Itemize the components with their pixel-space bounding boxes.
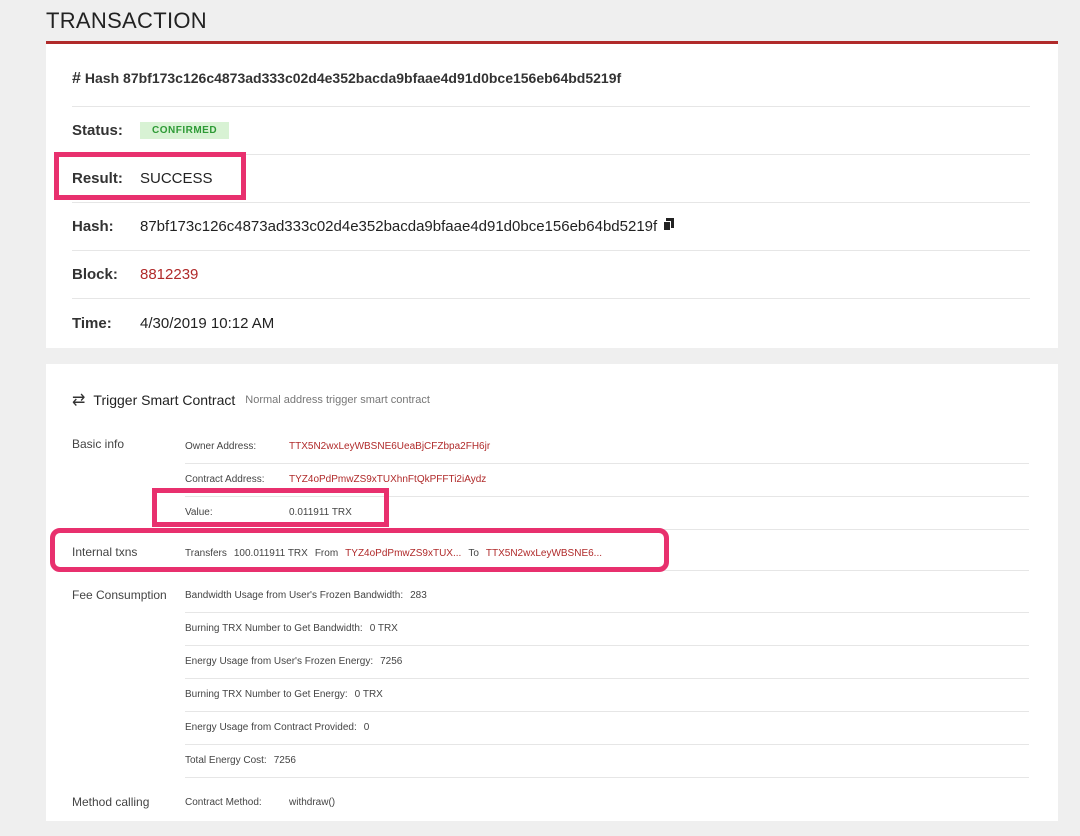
fee-label: Bandwidth Usage from User's Frozen Bandw… — [185, 590, 404, 601]
owner-address-row: Owner Address: TTX5N2wxLeyWBSNE6UeaBjCFZ… — [185, 430, 1029, 464]
fee-value: 7256 — [380, 656, 403, 667]
swap-arrows-icon: ⇄ — [72, 392, 86, 409]
status-label: Status: — [72, 121, 123, 139]
fee-label: Burning TRX Number to Get Bandwidth: — [185, 623, 363, 634]
time-label: Time: — [72, 314, 112, 332]
contract-address-label: Contract Address: — [185, 474, 265, 485]
status-badge: CONFIRMED — [140, 121, 230, 139]
hash-value[interactable]: 87bf173c126c4873ad333c02d4e352bacda9bfaa… — [140, 218, 657, 235]
fee-value: 0 TRX — [354, 689, 383, 700]
value-highlight-box — [152, 488, 389, 527]
block-link[interactable]: 8812239 — [140, 266, 198, 283]
status-row: Status: CONFIRMED — [72, 106, 1030, 155]
fee-label: Total Energy Cost: — [185, 755, 267, 766]
block-label: Block: — [72, 265, 118, 283]
contract-method-label: Contract Method: — [185, 797, 262, 808]
fee-label: Energy Usage from User's Frozen Energy: — [185, 656, 374, 667]
copy-icon[interactable] — [663, 217, 675, 235]
fee-row: Burning TRX Number to Get Energy: 0 TRX — [185, 678, 1029, 712]
fee-row: Energy Usage from User's Frozen Energy: … — [185, 645, 1029, 679]
method-row: Contract Method: withdraw() — [185, 786, 1029, 819]
hash-heading-text: Hash 87bf173c126c4873ad333c02d4e352bacda… — [84, 70, 622, 86]
fee-value: 7256 — [273, 755, 296, 766]
contract-address-link[interactable]: TYZ4oPdPmwZS9xTUXhnFtQkPFFTi2iAydz — [289, 474, 486, 485]
fee-label: Burning TRX Number to Get Energy: — [185, 689, 348, 700]
hash-label: Hash: — [72, 217, 114, 235]
fee-value: 283 — [410, 590, 427, 601]
fee-consumption-label: Fee Consumption — [72, 588, 167, 602]
fee-value: 0 TRX — [369, 623, 398, 634]
contract-header: ⇄ Trigger Smart Contract Normal address … — [72, 390, 430, 410]
fee-row: Bandwidth Usage from User's Frozen Bandw… — [185, 579, 1029, 613]
contract-details-card: ⇄ Trigger Smart Contract Normal address … — [46, 364, 1058, 821]
page-title: TRANSACTION — [46, 8, 207, 33]
time-value: 4/30/2019 10:12 AM — [140, 314, 275, 332]
hash-row: Hash: 87bf173c126c4873ad333c02d4e352bacd… — [72, 202, 1030, 251]
contract-title: Trigger Smart Contract — [93, 392, 236, 408]
result-highlight-box — [54, 152, 246, 200]
time-row: Time: 4/30/2019 10:12 AM — [72, 298, 1030, 348]
method-calling-label: Method calling — [72, 795, 150, 809]
block-row: Block: 8812239 — [72, 250, 1030, 299]
fee-row: Burning TRX Number to Get Bandwidth: 0 T… — [185, 612, 1029, 646]
internal-txns-highlight-box — [50, 528, 669, 572]
basic-info-label: Basic info — [72, 437, 125, 451]
fee-label: Energy Usage from Contract Provided: — [185, 722, 357, 733]
hash-sign-icon: # — [72, 70, 81, 87]
hash-heading: # Hash 87bf173c126c4873ad333c02d4e352bacd… — [72, 70, 621, 88]
hash-title-row: # Hash 87bf173c126c4873ad333c02d4e352bacd… — [72, 52, 1030, 107]
fee-row: Total Energy Cost: 7256 — [185, 744, 1029, 778]
contract-subtitle: Normal address trigger smart contract — [245, 394, 430, 406]
contract-method-value: withdraw() — [289, 797, 336, 808]
fee-value: 0 — [363, 722, 370, 733]
owner-address-link[interactable]: TTX5N2wxLeyWBSNE6UeaBjCFZbpa2FH6jr — [289, 441, 490, 452]
fee-row: Energy Usage from Contract Provided: 0 — [185, 711, 1029, 745]
owner-address-label: Owner Address: — [185, 441, 257, 452]
